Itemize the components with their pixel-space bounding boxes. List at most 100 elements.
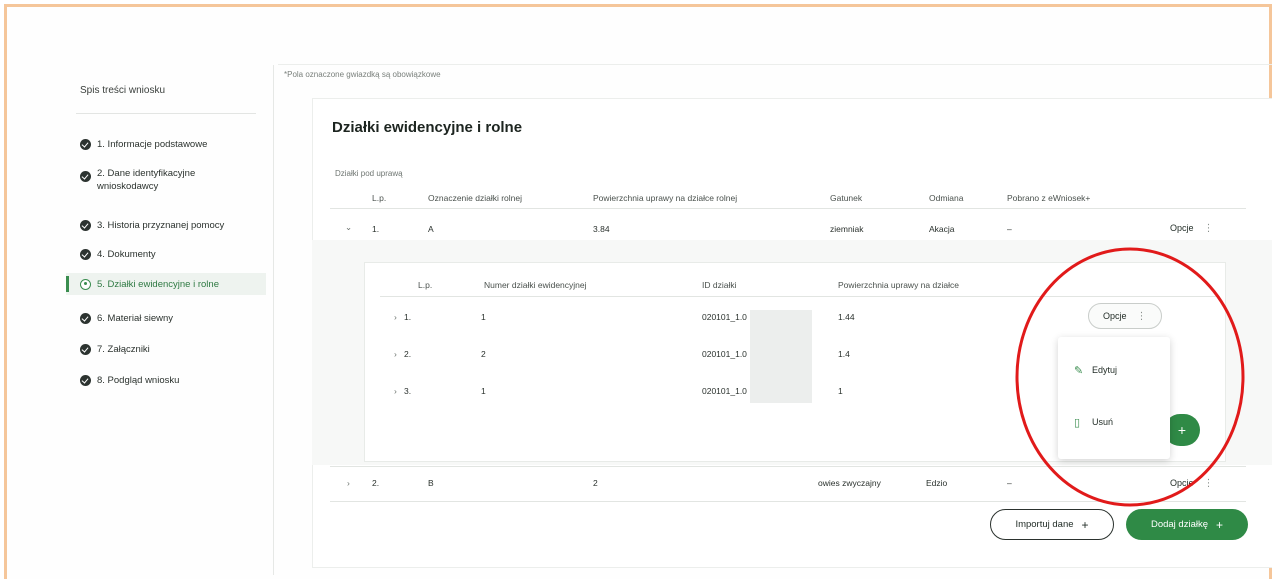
step-dzialki-active[interactable]: 5. Działki ewidencyjne i rolne	[66, 273, 266, 295]
col-header-odmiana: Odmiana	[929, 193, 964, 203]
check-circle-icon	[80, 313, 91, 324]
check-circle-icon	[80, 220, 91, 231]
cell-numer: 1	[481, 312, 486, 322]
plus-icon: +	[1216, 517, 1224, 532]
cell-lp: 2.	[372, 478, 380, 488]
step-label: 4. Dokumenty	[97, 249, 156, 260]
kebab-icon: ⋮	[1136, 310, 1147, 322]
cell-id: 020101_1.0	[702, 386, 747, 396]
step-historia-pomocy[interactable]: 3. Historia przyznanej pomocy	[80, 220, 266, 231]
divider	[330, 466, 1246, 467]
row-options-button[interactable]: Opcje ⋮	[1160, 472, 1224, 494]
check-circle-icon	[80, 249, 91, 260]
step-informacje-podstawowe[interactable]: 1. Informacje podstawowe	[80, 139, 266, 150]
cell-id: 020101_1.0	[702, 312, 747, 322]
step-material-siewny[interactable]: 6. Materiał siewny	[80, 313, 266, 324]
step-label-line2: wnioskodawcy	[97, 181, 159, 192]
step-dokumenty[interactable]: 4. Dokumenty	[80, 249, 266, 260]
step-label: 2. Dane identyfikacyjne	[97, 168, 196, 179]
divider	[330, 501, 1246, 502]
col-header-lp: L.p.	[372, 193, 387, 203]
check-circle-icon	[80, 171, 91, 182]
options-label: Opcje	[1170, 478, 1194, 488]
menu-item-label: Usuń	[1092, 417, 1114, 427]
expand-chevron-icon[interactable]: ›	[394, 386, 397, 396]
menu-item-edit[interactable]: ✎ Edytuj	[1074, 365, 1118, 377]
divider	[330, 208, 1246, 209]
expand-chevron-icon[interactable]: ›	[347, 478, 350, 488]
button-label: Dodaj działkę	[1150, 519, 1209, 530]
menu-item-delete[interactable]: ▯ Usuń	[1074, 417, 1114, 429]
divider	[380, 296, 1220, 297]
cell-lp: 1.	[404, 312, 412, 322]
step-label: 5. Działki ewidencyjne i rolne	[97, 278, 219, 290]
current-step-icon	[80, 278, 91, 290]
divider	[278, 64, 1272, 65]
check-circle-icon	[80, 375, 91, 386]
cell-oznaczenie: A	[428, 224, 434, 234]
step-label: 1. Informacje podstawowe	[97, 139, 208, 150]
cell-pobrano: –	[1007, 224, 1012, 234]
row-options-button[interactable]: Opcje ⋮	[1160, 216, 1224, 240]
col-header-pobrano: Pobrano z eWniosek+	[1007, 193, 1091, 203]
section-label: Działki pod uprawą	[335, 169, 403, 178]
required-fields-note: *Pola oznaczone gwiazdką są obowiązkowe	[284, 70, 441, 79]
cell-gatunek: owies zwyczajny	[818, 478, 881, 488]
cell-powierzchnia: 1.44	[838, 312, 855, 322]
menu-item-label: Edytuj	[1092, 365, 1118, 375]
inner-row-options-button[interactable]: Opcje ⋮	[1088, 303, 1162, 329]
inner-col-id: ID działki	[702, 280, 737, 290]
col-header-gatunek: Gatunek	[830, 193, 863, 203]
cell-powierzchnia: 3.84	[593, 224, 610, 234]
expand-chevron-icon[interactable]: ›	[394, 312, 397, 322]
cell-id: 020101_1.0	[702, 349, 747, 359]
expand-chevron-icon[interactable]: ›	[394, 349, 397, 359]
cell-numer: 1	[481, 386, 486, 396]
button-label: Importuj dane	[1015, 519, 1074, 530]
cell-pobrano: –	[1007, 478, 1012, 488]
cell-powierzchnia: 2	[593, 478, 598, 488]
card-title: Działki ewidencyjne i rolne	[332, 119, 523, 136]
cell-lp: 3.	[404, 386, 412, 396]
add-plot-button[interactable]: Dodaj działkę +	[1126, 509, 1248, 540]
cell-powierzchnia: 1	[838, 386, 843, 396]
step-podglad[interactable]: 8. Podgląd wniosku	[80, 375, 266, 386]
import-data-button[interactable]: Importuj dane +	[990, 509, 1114, 540]
sidebar-toc: Spis treści wniosku 1. Informacje podsta…	[62, 65, 274, 575]
inner-col-numer: Numer działki ewidencyjnej	[484, 280, 587, 290]
redacted-area	[750, 310, 812, 403]
plus-icon: +	[1177, 422, 1187, 438]
step-label: 7. Załączniki	[97, 344, 150, 355]
step-zalaczniki[interactable]: 7. Załączniki	[80, 344, 266, 355]
kebab-icon: ⋮	[1203, 222, 1214, 234]
inner-col-lp: L.p.	[418, 280, 433, 290]
step-label: 8. Podgląd wniosku	[97, 375, 180, 386]
cell-powierzchnia: 1.4	[838, 349, 850, 359]
step-label: 3. Historia przyznanej pomocy	[97, 220, 225, 231]
cell-oznaczenie: B	[428, 478, 434, 488]
cell-lp: 2.	[404, 349, 412, 359]
pencil-icon: ✎	[1074, 364, 1084, 377]
sidebar-title: Spis treści wniosku	[80, 85, 166, 96]
active-indicator	[66, 276, 69, 292]
cell-gatunek: ziemniak	[830, 224, 864, 234]
options-label: Opcje	[1103, 311, 1127, 321]
plus-icon: +	[1081, 517, 1089, 532]
step-dane-identyfikacyjne[interactable]: 2. Dane identyfikacyjne wnioskodawcy	[80, 167, 266, 193]
cell-numer: 2	[481, 349, 486, 359]
divider	[76, 113, 256, 114]
trash-icon: ▯	[1074, 416, 1081, 429]
inner-col-powierzchnia: Powierzchnia uprawy na działce	[838, 280, 959, 290]
col-header-powierzchnia: Powierzchnia uprawy na działce rolnej	[593, 193, 738, 203]
options-dropdown-menu: ✎ Edytuj ▯ Usuń	[1058, 337, 1170, 459]
step-label: 6. Materiał siewny	[97, 313, 174, 324]
cell-odmiana: Edzio	[926, 478, 948, 488]
cell-lp: 1.	[372, 224, 380, 234]
kebab-icon: ⋮	[1203, 477, 1214, 489]
cell-odmiana: Akacja	[929, 224, 955, 234]
check-circle-icon	[80, 139, 91, 150]
expand-chevron-icon[interactable]: ⌄	[345, 222, 352, 233]
options-label: Opcje	[1170, 223, 1194, 233]
col-header-oznaczenie: Oznaczenie działki rolnej	[428, 193, 523, 203]
check-circle-icon	[80, 344, 91, 355]
